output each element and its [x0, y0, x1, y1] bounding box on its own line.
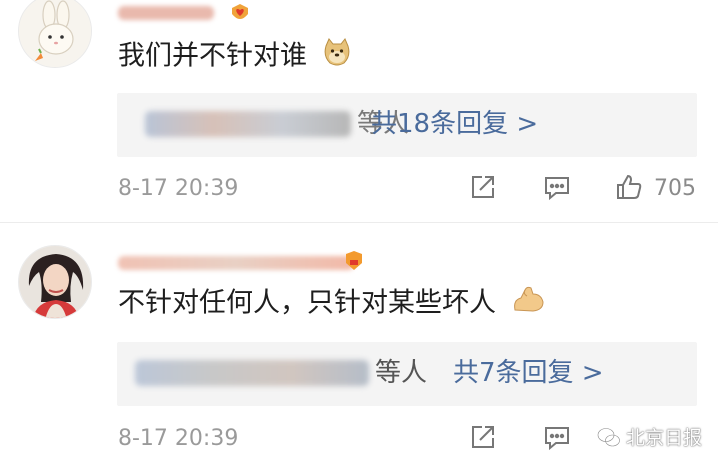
reply-users-suffix: 等人 [375, 358, 428, 388]
portrait-avatar-image [19, 246, 91, 318]
watermark-text: 北京日报 [626, 427, 703, 449]
comment-actions: 8-17 20:39 705 [0, 172, 718, 206]
reply-count[interactable]: 共18条回复 > [371, 109, 538, 139]
share-icon[interactable] [468, 422, 498, 452]
bunny-avatar-image [19, 0, 91, 67]
view-replies-link[interactable]: 共18条回复 > [371, 107, 538, 141]
comment-text: 我们并不针对谁 [118, 38, 352, 76]
comment-item: 我们并不针对谁 等人 共18条回复 > 8-17 20:39 705 [0, 0, 718, 224]
username-blurred[interactable] [118, 252, 354, 272]
comment-icon[interactable] [542, 172, 572, 202]
flexed-biceps-icon [511, 284, 545, 324]
comment-timestamp: 8-17 20:39 [118, 176, 239, 201]
reply-users-blurred [135, 360, 369, 386]
comment-body: 我们并不针对谁 [118, 40, 307, 72]
doge-emoji-icon [322, 38, 352, 76]
view-replies-link[interactable]: 共7条回复 > [453, 356, 604, 390]
like-count: 705 [654, 176, 696, 201]
comment-divider [0, 222, 718, 223]
comment-timestamp: 8-17 20:39 [118, 426, 239, 451]
comment-icon[interactable] [542, 422, 572, 452]
share-icon[interactable] [468, 172, 498, 202]
replies-preview[interactable]: 等人 共18条回复 > [117, 93, 697, 157]
reply-count[interactable]: 共7条回复 > [453, 358, 604, 388]
avatar[interactable] [18, 0, 92, 68]
replies-preview[interactable]: 等人 共7条回复 > [117, 342, 697, 406]
wechat-icon [597, 427, 621, 447]
comment-text: 不针对任何人，只针对某些坏人 [118, 284, 545, 324]
avatar[interactable] [18, 245, 92, 319]
comment-body: 不针对任何人，只针对某些坏人 [118, 287, 496, 319]
like-icon[interactable] [614, 172, 644, 202]
member-badge-icon [228, 2, 252, 24]
member-badge-icon [342, 250, 366, 272]
username-blurred[interactable] [118, 2, 228, 22]
reply-users-blurred [145, 111, 351, 137]
